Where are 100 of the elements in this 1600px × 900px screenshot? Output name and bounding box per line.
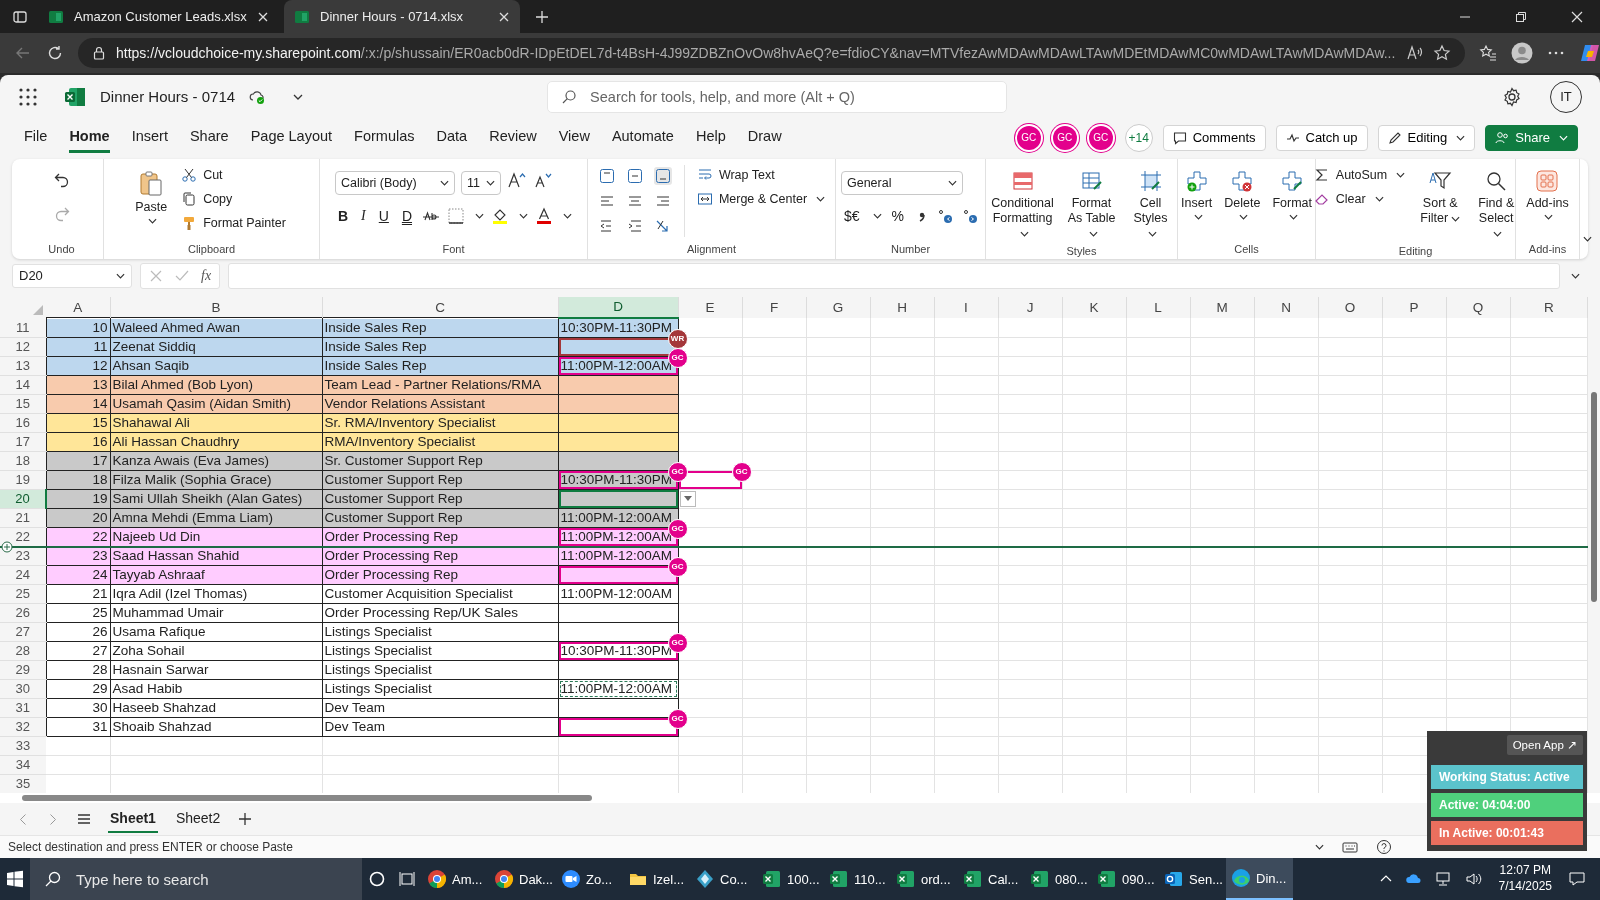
add-ins-button[interactable]: Add-ins	[1524, 164, 1571, 224]
merge-center-button[interactable]: Merge & Center	[692, 188, 830, 209]
column-header[interactable]: Q	[1446, 296, 1510, 318]
column-header[interactable]: H	[870, 296, 934, 318]
collaborator-avatar[interactable]: GC	[1088, 125, 1113, 150]
taskbar-app-button[interactable]: 110...	[824, 858, 891, 900]
format-as-table-button[interactable]: Format As Table	[1063, 164, 1120, 245]
ribbon-tab[interactable]: Share	[189, 122, 229, 154]
sheet-tab[interactable]: Sheet1	[108, 805, 158, 834]
bold-button[interactable]: B	[334, 207, 352, 224]
font-select[interactable]: Calibri (Body)	[334, 170, 455, 195]
network-icon[interactable]	[1434, 870, 1453, 888]
document-title[interactable]: Dinner Hours - 0714	[100, 88, 236, 106]
open-app-button[interactable]: Open App ↗	[1506, 735, 1583, 755]
sort-filter-button[interactable]: Sort & Filter	[1417, 164, 1464, 230]
taskbar-app-button[interactable]: Cal...	[958, 858, 1025, 900]
settings-icon[interactable]	[1502, 86, 1522, 107]
cell-styles-button[interactable]: Cell Styles	[1127, 164, 1174, 245]
column-header[interactable]: J	[998, 296, 1062, 318]
favorites-icon[interactable]	[1479, 44, 1498, 62]
paste-button[interactable]: Paste	[133, 164, 170, 228]
read-aloud-icon[interactable]	[1405, 44, 1424, 62]
chevron-down-icon[interactable]	[872, 212, 882, 219]
keyboard-icon[interactable]	[1342, 839, 1358, 856]
ribbon-tab[interactable]: Help	[695, 122, 726, 154]
browser-tab[interactable]: Amazon Customer Leads.xlsx	[38, 0, 274, 33]
taskbar-app-button[interactable]: 100...	[757, 858, 824, 900]
reload-icon[interactable]	[46, 44, 64, 62]
italic-button[interactable]: I	[358, 207, 369, 224]
insert-function-button[interactable]: fx	[201, 267, 212, 284]
taskbar-app-button[interactable]: Dak...	[489, 858, 556, 900]
column-header[interactable]: G	[806, 296, 870, 318]
column-header[interactable]: C	[322, 296, 558, 318]
taskbar-app-button[interactable]: Sen...	[1159, 858, 1226, 900]
underline-button[interactable]: U	[375, 207, 392, 224]
chevron-down-icon[interactable]	[519, 212, 528, 219]
column-header[interactable]: K	[1062, 296, 1126, 318]
comments-button[interactable]: Comments	[1162, 124, 1266, 151]
delete-button[interactable]: Delete	[1222, 164, 1263, 224]
dropdown-button[interactable]	[679, 490, 696, 507]
more-collaborators-button[interactable]: +14	[1124, 123, 1153, 152]
column-header[interactable]: O	[1318, 296, 1382, 318]
taskbar-app-button[interactable]: Izel...	[623, 858, 690, 900]
taskbar-search-field[interactable]: Type here to search	[30, 858, 362, 900]
help-icon[interactable]	[1376, 839, 1392, 856]
ribbon-tab[interactable]: Data	[436, 122, 468, 154]
ribbon-tab[interactable]: Formulas	[354, 122, 415, 154]
volume-icon[interactable]	[1464, 870, 1483, 888]
ribbon-tab[interactable]: Insert	[131, 122, 168, 154]
font-color-icon[interactable]	[535, 206, 553, 225]
column-header[interactable]: E	[678, 296, 742, 318]
column-header[interactable]: L	[1126, 296, 1190, 318]
taskbar-app-button[interactable]: Zo...	[556, 858, 623, 900]
conditional-formatting-button[interactable]: Conditional Formatting	[989, 164, 1056, 245]
task-view-icon[interactable]	[398, 870, 416, 888]
insert-button[interactable]: Insert	[1179, 164, 1215, 224]
row-insert-handle-icon[interactable]	[1, 540, 13, 553]
ribbon-tab[interactable]: Home	[69, 122, 110, 154]
formula-field[interactable]	[228, 262, 1560, 289]
chevron-down-icon[interactable]	[475, 212, 484, 219]
tab-actions-icon[interactable]	[12, 8, 28, 25]
percent-button[interactable]: %	[888, 207, 907, 224]
taskbar-app-button[interactable]: ord...	[891, 858, 958, 900]
chevron-down-icon[interactable]	[293, 93, 304, 100]
copy-button[interactable]: Copy	[177, 188, 290, 209]
close-icon[interactable]	[256, 10, 269, 23]
close-icon[interactable]	[1571, 10, 1583, 23]
wrap-text-button[interactable]: Wrap Text	[692, 164, 830, 185]
editing-button[interactable]: Editing	[1377, 124, 1476, 151]
chevron-down-icon[interactable]	[563, 212, 572, 219]
chevron-down-icon[interactable]	[1571, 272, 1580, 279]
new-tab-icon[interactable]	[534, 8, 550, 25]
search-field[interactable]: Search for tools, help, and more (Alt + Q)	[547, 80, 1008, 113]
taskbar-app-button[interactable]: Co...	[690, 858, 757, 900]
column-header[interactable]: I	[934, 296, 998, 318]
taskbar-app-button[interactable]: Am...	[422, 858, 489, 900]
taskbar-app-button[interactable]: 090...	[1092, 858, 1159, 900]
double-underline-button[interactable]: D	[398, 207, 415, 224]
font-size-select[interactable]: 11	[460, 170, 501, 195]
cortana-icon[interactable]	[368, 870, 386, 888]
clock[interactable]: 12:07 PM 7/14/2025	[1498, 863, 1552, 895]
borders-icon[interactable]	[447, 206, 465, 225]
ribbon-tab[interactable]: Page Layout	[250, 122, 333, 154]
vertical-scrollbar[interactable]	[1588, 296, 1600, 794]
add-sheet-icon[interactable]	[238, 812, 253, 827]
notification-icon[interactable]	[1568, 870, 1586, 888]
profile-icon[interactable]	[1511, 42, 1534, 64]
ribbon-tab[interactable]: Automate	[611, 122, 674, 154]
column-header[interactable]: N	[1254, 296, 1318, 318]
column-header[interactable]: A	[46, 296, 110, 318]
taskbar-app-button[interactable]: Din...	[1226, 858, 1293, 900]
name-box[interactable]: D20	[12, 263, 132, 288]
taskbar-app-button[interactable]: 080...	[1025, 858, 1092, 900]
ribbon-tab[interactable]: Draw	[747, 122, 782, 154]
ribbon-tab[interactable]: File	[24, 122, 48, 154]
vertical-align-icon[interactable]	[625, 166, 644, 185]
column-header[interactable]: D	[558, 296, 678, 318]
cut-button[interactable]: Cut	[177, 164, 290, 185]
address-field[interactable]: https://vcloudchoice-my.sharepoint.com/:x:/p/shussain/ER0acb0dR-IDpEtDEL7d-t4BsH-4J99ZDBZnOvOw8hvAeQ?e=fdioCY&nav=MTVfezAwMDAwMDAwLTAwMDEtMDAwMC0wMDAwLTAwMDAwMDAw...	[78, 38, 1466, 68]
row-header[interactable]: 11	[0, 317, 46, 338]
